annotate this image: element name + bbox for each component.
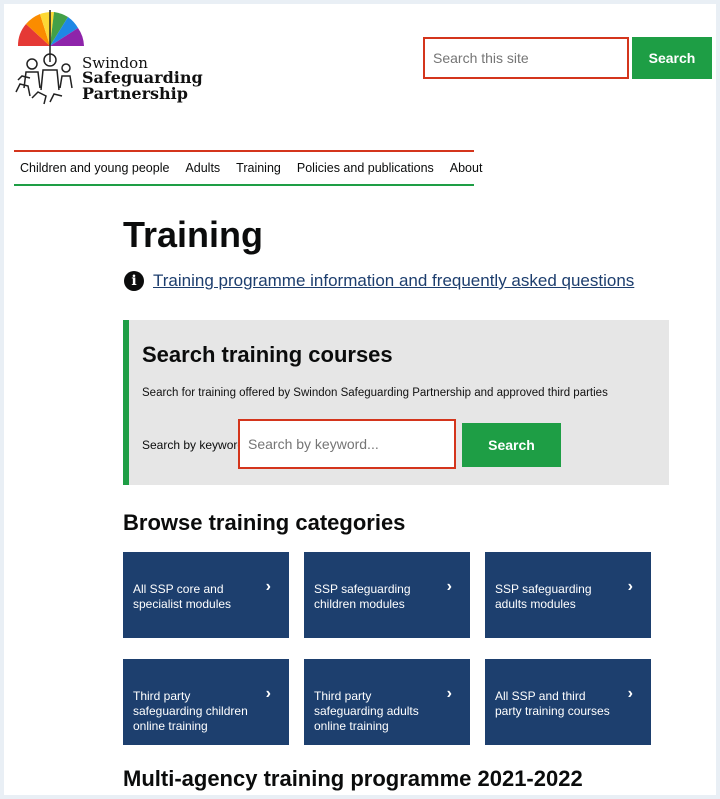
category-label: All SSP core and specialist modules <box>133 582 232 611</box>
category-label: SSP safeguarding adults modules <box>495 582 592 611</box>
chevron-right-icon: › <box>446 578 452 595</box>
page-title: Training <box>123 214 264 255</box>
chevron-right-icon: › <box>627 578 633 595</box>
browse-categories-heading: Browse training categories <box>123 510 406 535</box>
keyword-label: Search by keyword <box>142 438 245 452</box>
info-icon: i <box>124 271 144 291</box>
search-training-heading: Search training courses <box>142 342 393 367</box>
category-label: All SSP and third party training courses <box>495 689 610 718</box>
faq-link[interactable]: Training programme information and frequ… <box>153 271 634 291</box>
nav-adults[interactable]: Adults <box>185 161 220 175</box>
chevron-right-icon: › <box>446 685 452 702</box>
site-search-button[interactable]: Search <box>632 37 712 79</box>
nav-training[interactable]: Training <box>236 161 281 175</box>
nav-children-and-young-people[interactable]: Children and young people <box>20 161 169 175</box>
chevron-right-icon: › <box>627 685 633 702</box>
search-training-description: Search for training offered by Swindon S… <box>142 387 608 399</box>
category-tile-all-courses[interactable]: All SSP and third party training courses… <box>485 659 651 745</box>
keyword-search-input[interactable] <box>238 419 456 469</box>
nav-policies-and-publications[interactable]: Policies and publications <box>297 161 434 175</box>
category-tile-third-party-children[interactable]: Third party safeguarding children online… <box>123 659 289 745</box>
site-logo[interactable]: Swindon Safeguarding Partnership <box>10 6 210 110</box>
category-label: Third party safeguarding children online… <box>133 689 248 733</box>
category-tile-ssp-children[interactable]: SSP safeguarding children modules › <box>304 552 470 638</box>
category-label: SSP safeguarding children modules <box>314 582 411 611</box>
category-tile-ssp-core-specialist[interactable]: All SSP core and specialist modules › <box>123 552 289 638</box>
site-search-input[interactable] <box>423 37 629 79</box>
keyword-search-button[interactable]: Search <box>462 423 561 467</box>
programme-heading: Multi-agency training programme 2021-202… <box>123 766 583 791</box>
faq-row: i Training programme information and fre… <box>124 271 634 291</box>
category-tile-ssp-adults[interactable]: SSP safeguarding adults modules › <box>485 552 651 638</box>
logo-text: Swindon Safeguarding Partnership <box>82 54 203 103</box>
main-navigation: Children and young people Adults Trainin… <box>14 150 482 186</box>
chevron-right-icon: › <box>265 685 271 702</box>
category-tile-third-party-adults[interactable]: Third party safeguarding adults online t… <box>304 659 470 745</box>
category-label: Third party safeguarding adults online t… <box>314 689 419 733</box>
chevron-right-icon: › <box>265 578 271 595</box>
nav-about[interactable]: About <box>450 161 483 175</box>
search-training-panel: Search training courses Search for train… <box>123 320 669 485</box>
